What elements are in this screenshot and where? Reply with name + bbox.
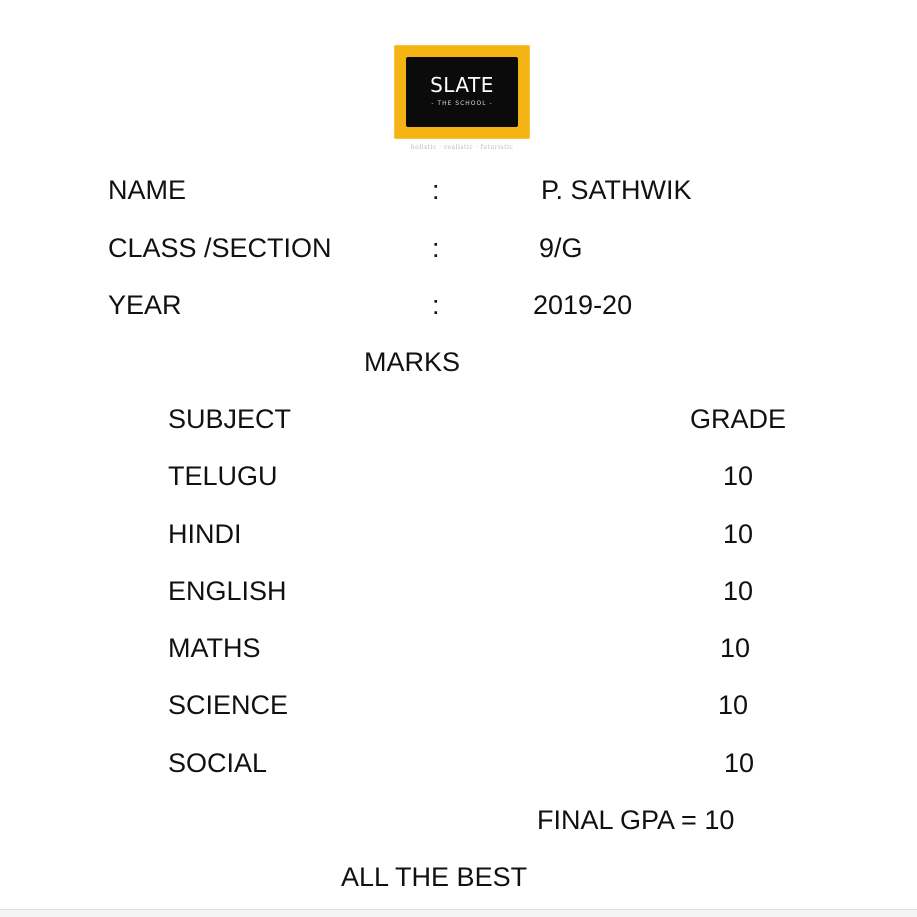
class-section-label: CLASS /SECTION [108, 233, 332, 263]
grade-social: 10 [724, 748, 755, 778]
subject-social: SOCIAL [168, 748, 268, 778]
window-bottom-edge [0, 909, 917, 917]
subject-english: ENGLISH [168, 576, 287, 606]
logo-name: SLATE [430, 73, 494, 97]
name-value: P. SATHWIK [541, 175, 692, 205]
class-section-value: 9/G [539, 233, 583, 263]
grade-hindi: 10 [723, 519, 754, 549]
logo-board: SLATE - THE SCHOOL - [406, 57, 518, 127]
logo-subtitle: - THE SCHOOL - [431, 100, 493, 107]
subject-maths: MATHS [168, 633, 261, 663]
final-gpa: FINAL GPA = 10 [537, 805, 735, 835]
subject-science: SCIENCE [168, 690, 289, 720]
subject-hindi: HINDI [168, 519, 242, 549]
logo-tagline: holistic · realistic · futuristic [410, 144, 514, 151]
subject-telugu: TELUGU [168, 461, 278, 491]
year-value: 2019-20 [533, 290, 633, 320]
subject-header: SUBJECT [168, 404, 292, 434]
marks-heading: MARKS [364, 347, 461, 377]
grade-telugu: 10 [723, 461, 754, 491]
grade-header: GRADE [690, 404, 787, 434]
grade-english: 10 [723, 576, 754, 606]
name-label: NAME [108, 175, 187, 205]
school-logo: SLATE - THE SCHOOL - [394, 45, 530, 139]
class-section-colon: : [432, 233, 440, 263]
grade-science: 10 [718, 690, 749, 720]
year-colon: : [432, 290, 440, 320]
grade-maths: 10 [720, 633, 751, 663]
year-label: YEAR [108, 290, 182, 320]
document-page: SLATE - THE SCHOOL - holistic · realisti… [0, 0, 917, 909]
closing-message: ALL THE BEST [341, 862, 528, 892]
name-colon: : [432, 175, 440, 205]
